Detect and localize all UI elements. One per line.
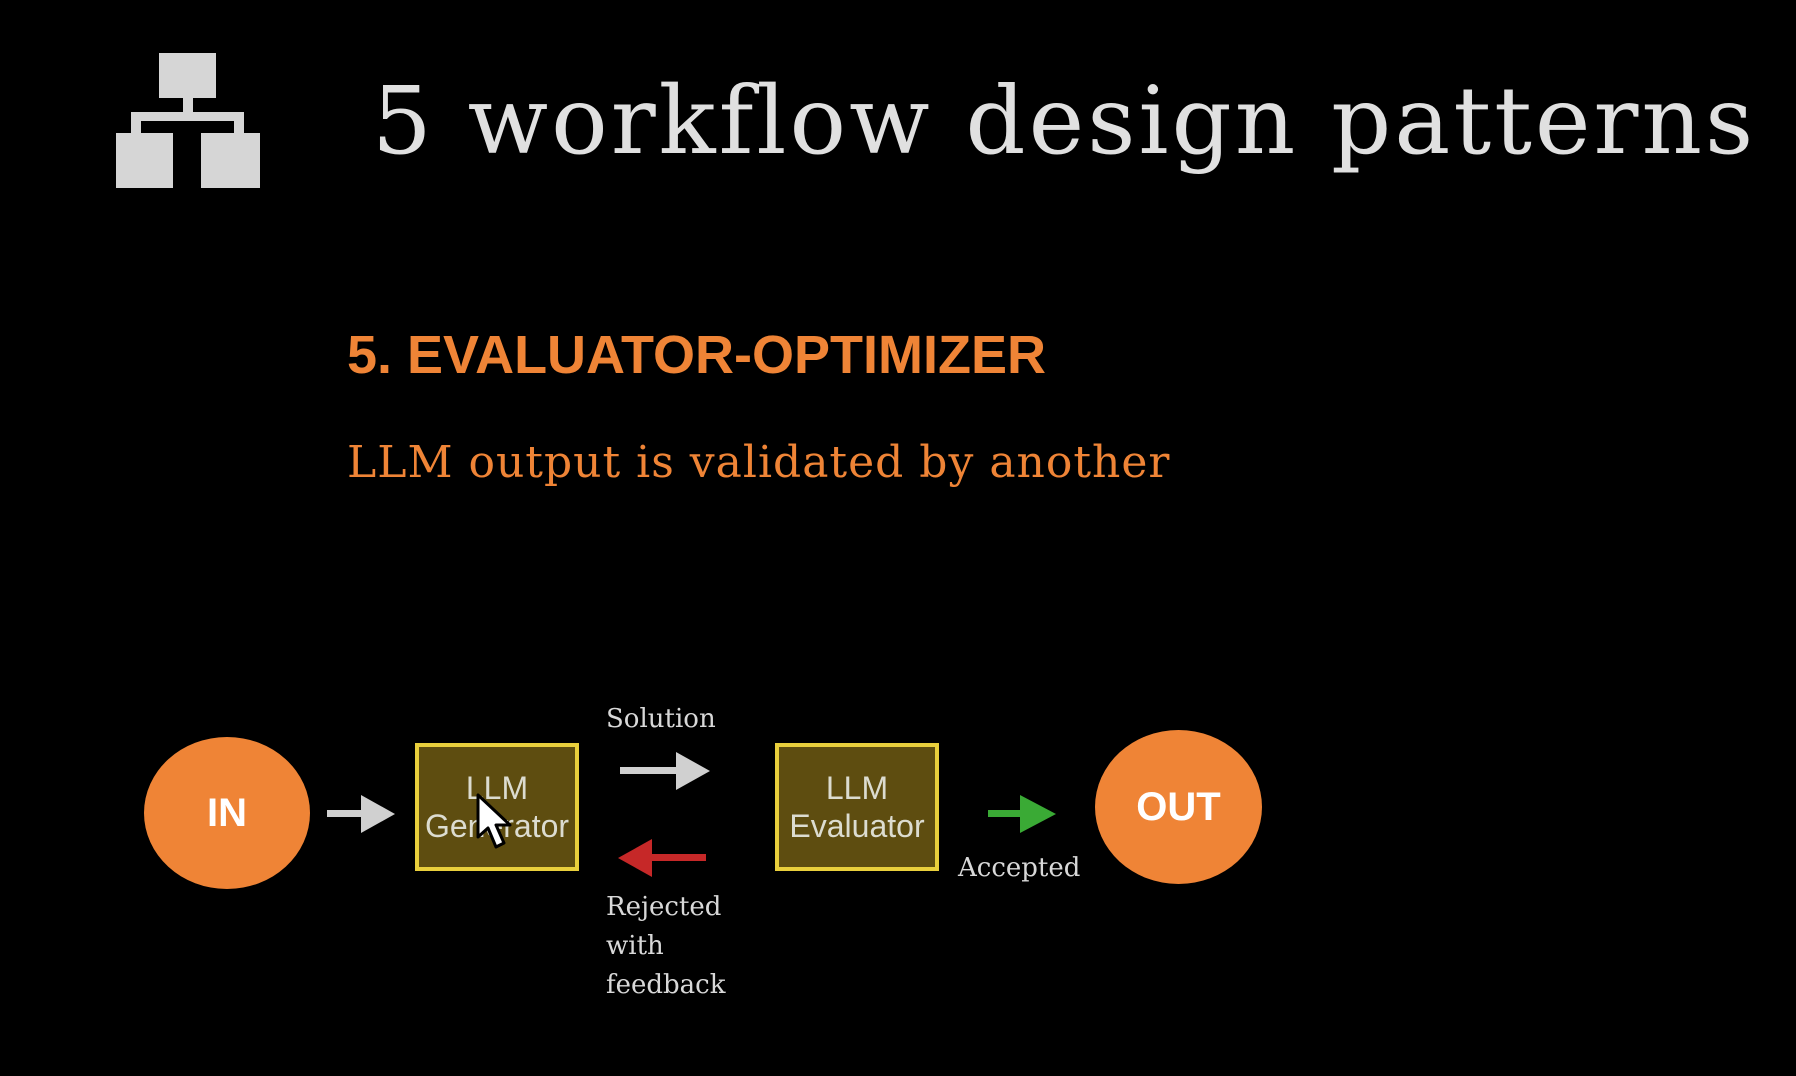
llm-evaluator-box: LLM Evaluator — [775, 743, 939, 871]
hierarchy-icon — [116, 53, 260, 188]
rejected-label-line-2: with — [606, 931, 664, 961]
rejected-label: Rejected with feedback — [606, 888, 726, 1005]
arrow-accepted — [988, 795, 1056, 833]
evaluator-label-line-1: LLM — [825, 770, 889, 806]
section-heading: 5. EVALUATOR-OPTIMIZER — [347, 325, 1047, 385]
output-node-label: OUT — [1136, 784, 1221, 829]
input-node-label: IN — [207, 790, 247, 835]
evaluator-label-line-2: Evaluator — [789, 808, 925, 844]
mouse-pointer-icon — [476, 793, 512, 849]
slide-title: 5 workflow design patterns — [372, 67, 1757, 176]
rejected-label-line-3: feedback — [606, 970, 726, 1000]
rejected-label-line-1: Rejected — [606, 892, 722, 922]
arrow-solution — [620, 752, 710, 790]
solution-label: Solution — [606, 704, 716, 734]
arrow-in-to-generator — [327, 795, 395, 833]
accepted-label: Accepted — [958, 853, 1081, 883]
section-subtitle: LLM output is validated by another — [347, 437, 1171, 488]
input-node: IN — [144, 737, 310, 889]
arrow-rejected — [618, 839, 706, 877]
slide: 5 workflow design patterns 5. EVALUATOR-… — [0, 0, 1796, 1076]
output-node: OUT — [1095, 730, 1262, 884]
